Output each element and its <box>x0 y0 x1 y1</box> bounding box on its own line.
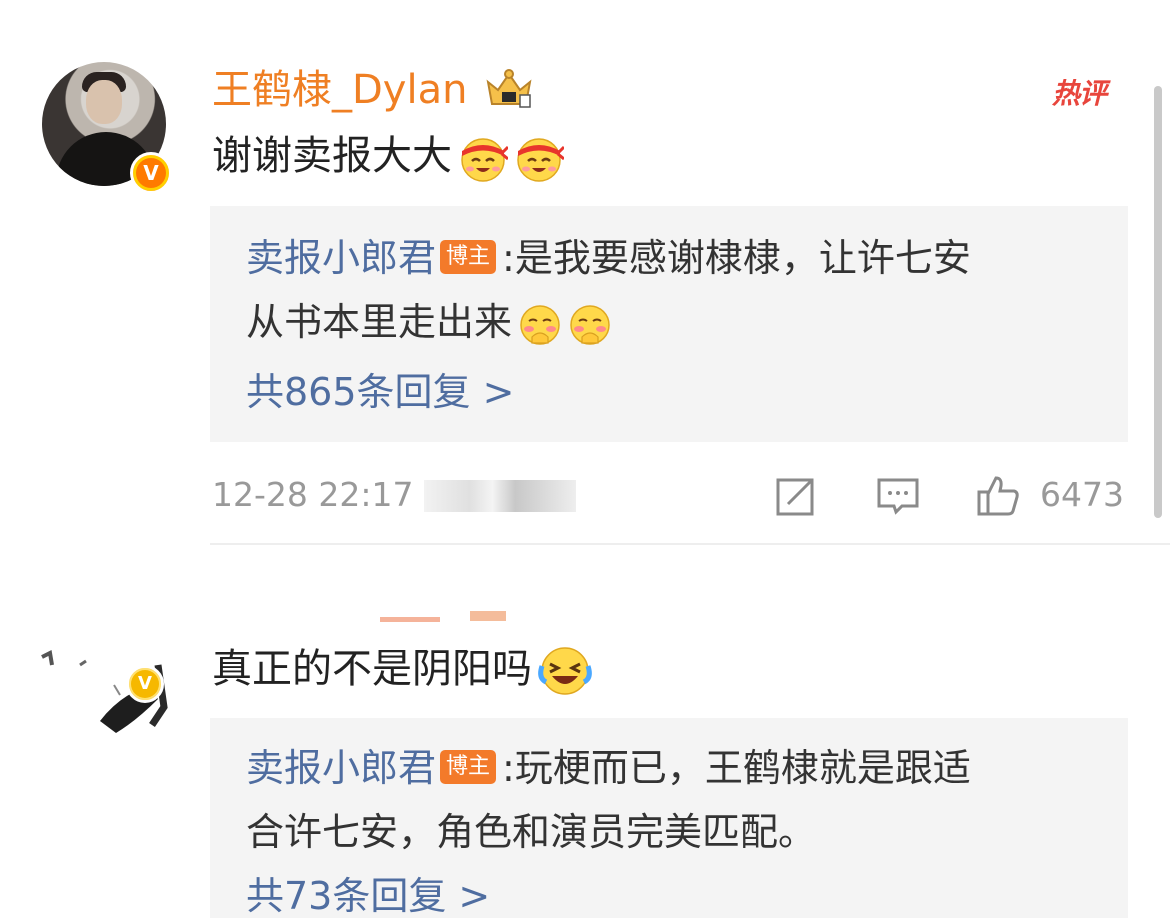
comment-text-content: 谢谢卖报大大 <box>212 133 452 179</box>
comment-timestamp: 12-28 22:17 <box>212 475 414 514</box>
reply-preview[interactable]: 卖报小郎君 博主:玩梗而已，王鹤棣就是跟适 合许七安，角色和演员完美匹配。 共73… <box>210 718 1128 918</box>
blogger-badge: 博主 <box>440 239 497 274</box>
comment-icon[interactable] <box>876 474 920 518</box>
headband-smile-emoji <box>458 133 510 183</box>
reply-preview[interactable]: 卖报小郎君 博主:是我要感谢棣棣，让许七安 从书本里走出来 共865条回复 > <box>210 206 1128 442</box>
thumbs-up-icon[interactable] <box>976 474 1020 518</box>
reply-author[interactable]: 卖报小郎君 <box>246 236 436 280</box>
reply-text: 从书本里走出来 <box>246 300 513 344</box>
blurred-location <box>424 480 576 512</box>
comment-text: 谢谢卖报大大 <box>212 128 566 184</box>
shy-face-emoji <box>568 303 612 347</box>
reply-line: 合许七安，角色和演员完美匹配。 <box>246 802 816 862</box>
reply-count-link[interactable]: 共865条回复 > <box>246 364 514 420</box>
username-partial <box>380 611 506 622</box>
verified-badge: V <box>130 152 172 194</box>
reply-count-link[interactable]: 共73条回复 > <box>246 868 490 924</box>
verified-badge: V <box>126 665 164 703</box>
hot-comment-label: 热评 <box>1052 77 1107 110</box>
reply-text: :玩梗而已，王鹤棣就是跟适 <box>502 746 971 790</box>
crown-icon <box>486 69 532 108</box>
comment-text: 真正的不是阴阳吗 <box>212 641 592 698</box>
blogger-badge: 博主 <box>440 749 497 784</box>
shy-face-emoji <box>518 303 562 347</box>
reply-text: :是我要感谢棣棣，让许七安 <box>502 236 971 280</box>
reply-line: 卖报小郎君 博主:是我要感谢棣棣，让许七安 <box>246 228 971 288</box>
share-icon[interactable] <box>774 474 818 518</box>
reply-text: 合许七安，角色和演员完美匹配。 <box>246 810 817 854</box>
reply-line: 从书本里走出来 <box>246 292 612 352</box>
scrollbar[interactable] <box>1154 86 1162 518</box>
username[interactable]: 王鹤棣_Dylan <box>212 64 467 116</box>
laughing-tears-emoji <box>538 644 592 698</box>
comment-item: V 王鹤棣_Dylan 热评 谢谢卖报大大 卖报小郎君 博主:是我要感谢棣棣，… <box>0 0 1170 545</box>
reply-author[interactable]: 卖报小郎君 <box>246 746 436 790</box>
like-count: 6473 <box>1040 475 1124 514</box>
reply-line: 卖报小郎君 博主:玩梗而已，王鹤棣就是跟适 <box>246 738 971 798</box>
headband-smile-emoji <box>514 133 566 183</box>
comment-item: V 真正的不是阴阳吗 卖报小郎君 博主:玩梗而已，王鹤棣就是跟适 合许七安，角色和… <box>0 545 1170 918</box>
comment-text-content: 真正的不是阴阳吗 <box>212 646 532 692</box>
